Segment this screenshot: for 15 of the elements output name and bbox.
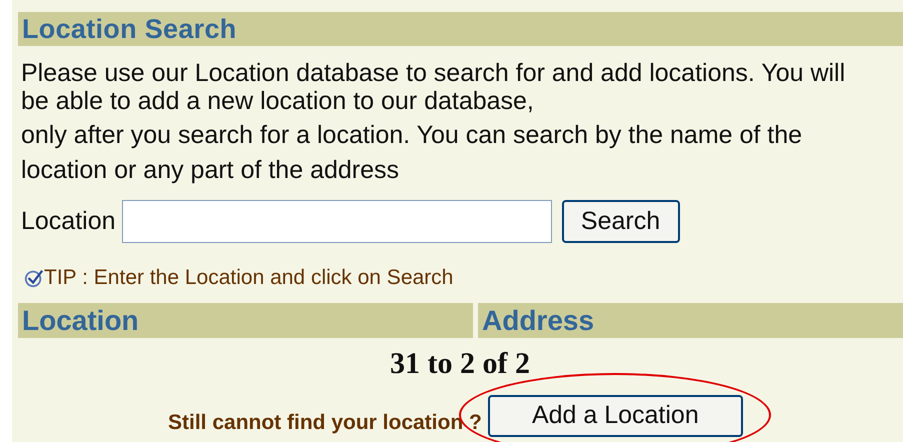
- location-input[interactable]: [122, 200, 552, 243]
- tip-text: TIP : Enter the Location and click on Search: [44, 267, 454, 289]
- checkmark-icon: [24, 267, 44, 289]
- intro-text: be able to add a new location to our database,: [21, 87, 534, 115]
- add-location-button[interactable]: Add a Location: [488, 395, 743, 437]
- location-label: Location: [21, 206, 116, 237]
- column-header: Address: [478, 303, 903, 338]
- intro-text: only after you search for a location. You can search by the name of the: [21, 121, 802, 149]
- results-count: 31 to 2 of 2: [390, 348, 530, 380]
- still-cannot-find-text: Still cannot find your location ?: [168, 411, 482, 435]
- column-header: Location: [18, 303, 473, 338]
- section-title: Location Search: [22, 13, 237, 46]
- intro-text: location or any part of the address: [21, 156, 400, 184]
- intro-text: Please use our Location database to search for and add locations. You will: [21, 59, 846, 87]
- search-button[interactable]: Search: [562, 200, 680, 243]
